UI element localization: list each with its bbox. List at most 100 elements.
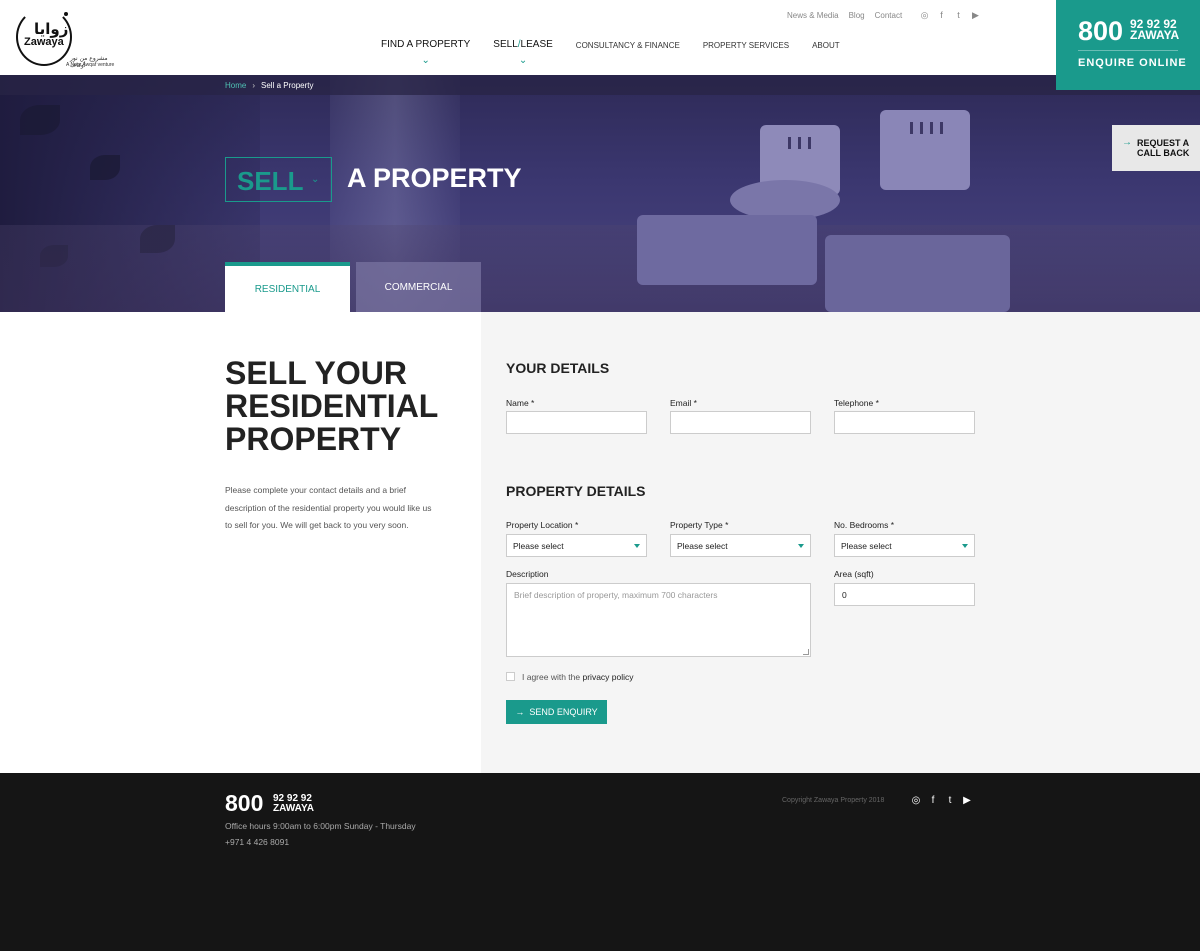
breadcrumb-bar (0, 75, 1200, 95)
request-callback-button[interactable]: → REQUEST A CALL BACK (1112, 125, 1200, 171)
breadcrumb-current: Sell a Property (261, 81, 314, 90)
privacy-policy-link[interactable]: privacy policy (583, 672, 634, 682)
hero-ottoman (825, 235, 1010, 312)
resize-grip-icon[interactable] (803, 649, 809, 655)
arrow-right-icon: → (515, 707, 525, 717)
contact-link[interactable]: Contact (875, 11, 903, 20)
utility-links: News & Media Blog Contact (787, 11, 902, 20)
callback-label: REQUEST A CALL BACK (1137, 138, 1189, 158)
email-label: Email * (670, 398, 697, 408)
office-hours: Office hours 9:00am to 6:00pm Sunday - T… (225, 821, 416, 831)
dropdown-value: SELL (237, 166, 304, 196)
send-enquiry-label: SEND ENQUIRY (529, 707, 598, 717)
privacy-checkbox[interactable] (506, 672, 515, 681)
main-nav: FIND A PROPERTY ⌄ SELL/LEASE ⌄ CONSULTAN… (381, 39, 863, 66)
copyright: Copyright Zawaya Property 2018 (782, 797, 885, 804)
arrow-right-icon: → (1122, 137, 1132, 148)
sell-lease-dropdown[interactable]: SELL ⌄ (225, 157, 332, 202)
instagram-icon[interactable]: ◎ (920, 10, 929, 21)
name-input[interactable] (506, 411, 647, 434)
page-title: A PROPERTY (347, 163, 522, 193)
logo-name: Zawaya (24, 36, 64, 48)
chair-slot (910, 122, 913, 134)
nav-slash: / (517, 39, 521, 50)
nav-sell-lease[interactable]: SELL/LEASE ⌄ (493, 39, 553, 66)
caret-down-icon (634, 544, 640, 548)
caret-down-icon (798, 544, 804, 548)
facebook-icon[interactable]: f (928, 795, 938, 806)
site-footer: 800 92 92 92 ZAWAYA Office hours 9:00am … (0, 773, 1200, 951)
enquire-online-label: ENQUIRE ONLINE (1078, 57, 1187, 69)
hero-chair (880, 110, 970, 190)
twitter-icon[interactable]: t (954, 10, 963, 21)
send-enquiry-button[interactable]: → SEND ENQUIRY (506, 700, 607, 724)
breadcrumb: Home › Sell a Property (225, 81, 313, 90)
agree-text: I agree with the privacy policy (522, 672, 634, 682)
property-type-select[interactable]: Please select (670, 534, 811, 557)
instagram-icon[interactable]: ◎ (911, 795, 921, 806)
chevron-down-icon: ⌄ (311, 174, 320, 185)
cta-digits: 92 92 92 ZAWAYA (1130, 18, 1180, 42)
breadcrumb-home[interactable]: Home (225, 81, 246, 90)
hero-floor (0, 225, 1200, 312)
area-label: Area (sqft) (834, 569, 874, 579)
footer-phone[interactable]: +971 4 426 8091 (225, 837, 289, 847)
cta-divider (1078, 50, 1178, 51)
bedrooms-label: No. Bedrooms * (834, 520, 894, 530)
chair-slot (788, 137, 791, 149)
nav-sell-lease-label: SELL/LEASE (493, 39, 553, 50)
email-input[interactable] (670, 411, 811, 434)
youtube-icon[interactable]: ▶ (962, 795, 972, 806)
callback-line1: REQUEST A (1137, 138, 1190, 148)
property-location-label: Property Location * (506, 520, 579, 530)
agree-prefix: I agree with the (522, 672, 581, 682)
select-value: Please select (677, 540, 728, 551)
footer-digits: 92 92 92 ZAWAYA (273, 794, 314, 814)
chair-slot (808, 137, 811, 149)
nav-consultancy-finance[interactable]: CONSULTANCY & FINANCE (576, 41, 680, 50)
description-placeholder: Brief description of property, maximum 7… (514, 590, 718, 600)
telephone-input[interactable] (834, 411, 975, 434)
hero-banner: Home › Sell a Property SELL ⌄ A PROPERTY R… (0, 75, 1200, 312)
nav-property-services[interactable]: PROPERTY SERVICES (703, 41, 789, 50)
facebook-icon[interactable]: f (937, 10, 946, 21)
blog-link[interactable]: Blog (849, 11, 865, 20)
hero-ottoman (637, 215, 817, 285)
main-content: SELL YOUR RESIDENTIAL PROPERTY Please co… (0, 312, 1200, 773)
header-social: ◎ f t ▶ (920, 10, 980, 21)
callback-line2: CALL BACK (1137, 148, 1190, 158)
nav-find-a-property[interactable]: FIND A PROPERTY ⌄ (381, 39, 470, 66)
intro-text: Please complete your contact details and… (225, 485, 432, 530)
bedrooms-select[interactable]: Please select (834, 534, 975, 557)
telephone-label: Telephone * (834, 398, 879, 408)
chair-slot (940, 122, 943, 134)
name-label: Name * (506, 398, 535, 408)
chair-slot (920, 122, 923, 134)
twitter-icon[interactable]: t (945, 795, 955, 806)
property-details-title: PROPERTY DETAILS (506, 483, 646, 499)
hero-table (730, 180, 840, 220)
description-textarea[interactable]: Brief description of property, maximum 7… (506, 583, 811, 657)
your-details-title: YOUR DETAILS (506, 360, 610, 376)
chevron-down-icon: ⌄ (518, 55, 528, 66)
tab-commercial[interactable]: COMMERCIAL (356, 262, 481, 312)
chevron-down-icon: ⌄ (421, 55, 430, 66)
site-header: زوايا Zawaya مشروع من نور أوقاف A Noor A… (0, 0, 1200, 75)
footer-number: 800 (225, 790, 264, 816)
zawaya-logo[interactable]: زوايا Zawaya مشروع من نور أوقاف A Noor A… (14, 6, 119, 70)
news-media-link[interactable]: News & Media (787, 11, 839, 20)
area-input[interactable]: 0 (834, 583, 975, 606)
breadcrumb-separator: › (252, 81, 256, 90)
tab-residential[interactable]: RESIDENTIAL (225, 262, 350, 312)
select-value: Please select (841, 540, 892, 551)
property-location-select[interactable]: Please select (506, 534, 647, 557)
logo-subtitle-en: A Noor Awqaf venture (66, 62, 115, 68)
enquire-online-cta[interactable]: 800 92 92 92 ZAWAYA ENQUIRE ONLINE (1056, 0, 1200, 90)
cta-word: ZAWAYA (1130, 28, 1180, 42)
youtube-icon[interactable]: ▶ (971, 10, 980, 21)
leaf-shape (90, 155, 120, 180)
nav-about[interactable]: ABOUT (812, 41, 840, 50)
footer-word: ZAWAYA (273, 803, 314, 814)
footer-social: ◎ f t ▶ (911, 795, 972, 806)
select-value: Please select (513, 540, 564, 551)
